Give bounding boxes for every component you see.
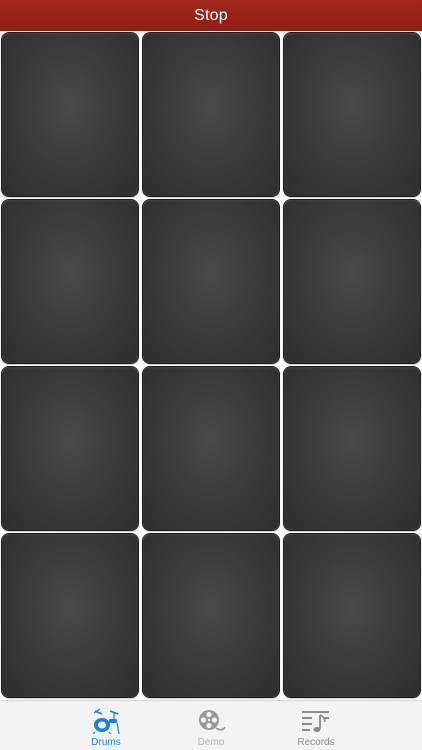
tab-demo-label: Demo (197, 737, 225, 748)
drum-pad-grid (0, 31, 422, 700)
drum-pad-app: Stop Drums Demo Records (0, 0, 422, 750)
drum-pad-5[interactable] (143, 200, 279, 363)
music-list-icon (301, 707, 331, 735)
stop-button[interactable]: Stop (194, 7, 228, 25)
stop-bar[interactable]: Stop (0, 0, 422, 32)
drum-pad-2[interactable] (143, 33, 279, 196)
tab-drums[interactable]: Drums (54, 701, 159, 750)
tab-records-label: Records (297, 737, 335, 748)
drum-kit-icon (91, 707, 121, 735)
drum-pad-3[interactable] (284, 33, 420, 196)
film-reel-icon (196, 707, 226, 735)
drum-pad-8[interactable] (143, 367, 279, 530)
tab-bar: Drums Demo Records (0, 700, 422, 750)
tab-demo[interactable]: Demo (159, 701, 264, 750)
drum-pad-1[interactable] (2, 33, 138, 196)
tab-drums-label: Drums (91, 737, 121, 748)
drum-pad-4[interactable] (2, 200, 138, 363)
drum-pad-12[interactable] (284, 534, 420, 697)
drum-pad-7[interactable] (2, 367, 138, 530)
drum-pad-10[interactable] (2, 534, 138, 697)
drum-pad-9[interactable] (284, 367, 420, 530)
tab-records[interactable]: Records (264, 701, 369, 750)
drum-pad-6[interactable] (284, 200, 420, 363)
drum-pad-11[interactable] (143, 534, 279, 697)
